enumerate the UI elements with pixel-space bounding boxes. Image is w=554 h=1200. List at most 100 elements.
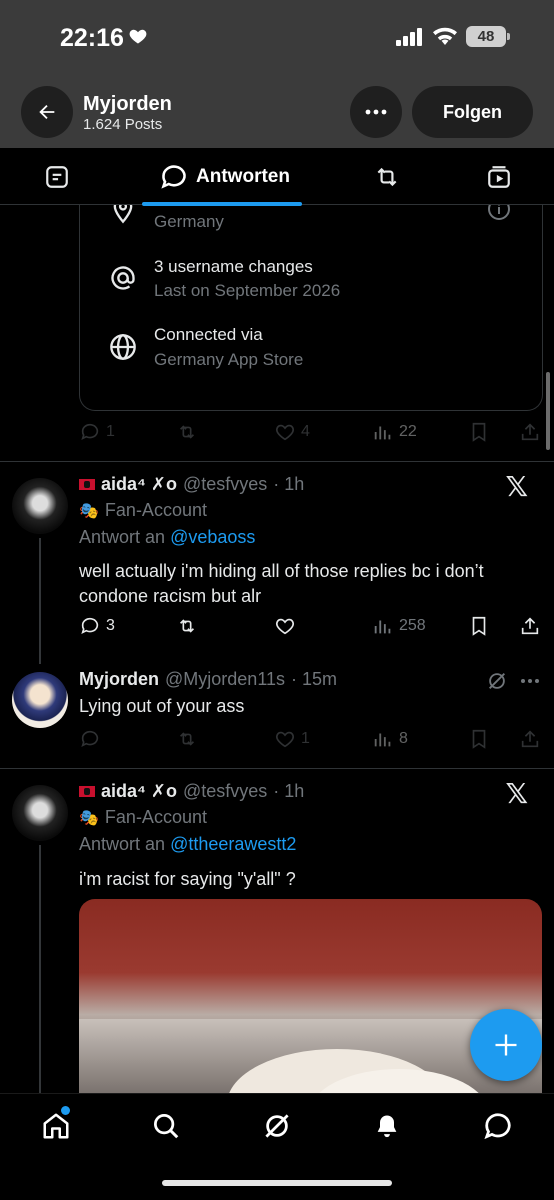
share-button[interactable] [519,421,541,443]
views-icon [374,426,391,440]
connected-via-value: Germany App Store [154,350,304,369]
search-icon [154,1114,179,1139]
nav-home[interactable] [36,1106,76,1146]
share-button[interactable] [519,728,541,750]
avatar[interactable] [12,478,68,534]
follow-button[interactable]: Folgen [412,86,533,138]
nav-messages[interactable] [478,1106,518,1146]
home-icon [43,1113,69,1139]
reply-icon [81,423,99,440]
share-icon [521,423,539,441]
more-button[interactable] [350,86,402,138]
like-button[interactable] [274,615,296,637]
like-button[interactable]: 4 [274,421,310,443]
tweet-text: Lying out of your ass [79,696,245,716]
avatar[interactable] [12,785,68,841]
tab-replies[interactable]: Antworten [150,148,300,205]
status-time: 22:16 [60,24,124,52]
views-button[interactable]: 22 [372,421,417,443]
wifi-icon [433,27,457,45]
share-button[interactable] [519,615,541,637]
thread-line [39,845,41,1093]
active-tab-indicator [142,202,302,206]
tweet-text: well actually i'm hiding all of those re… [79,561,484,606]
username-changes: 3 username changes [154,257,313,276]
back-button[interactable] [21,86,73,138]
bookmark-button[interactable] [468,615,490,637]
tab-reposts[interactable] [370,148,404,205]
profile-header: 22:16 48 Myjorden 1.624 Posts Folgen [0,0,554,148]
thread-line [39,538,41,664]
repost-icon [179,619,195,633]
bookmark-button[interactable] [468,421,490,443]
tweet-time: · 1h [273,781,305,801]
bookmark-icon [472,729,486,749]
bookmark-button[interactable] [468,728,490,750]
reply-button[interactable]: 1 [79,421,115,443]
bookmark-icon [472,616,486,636]
avatar[interactable] [12,672,68,728]
author-name[interactable]: aida⁴ ✗o [101,474,177,495]
reply-button[interactable] [79,728,101,750]
views-button[interactable]: 258 [372,615,426,637]
x-logo[interactable]: 𝕏 [505,777,528,810]
post-count: 1.624 Posts [83,116,163,133]
author-name[interactable]: Myjorden [79,669,159,690]
author-name[interactable]: aida⁴ ✗o [101,781,177,802]
like-button[interactable]: 1 [274,728,310,750]
nav-grok[interactable] [257,1106,297,1146]
globe-icon [110,334,136,360]
tweet-actions: 3 258 [79,615,543,641]
grok-icon[interactable] [486,670,508,692]
tweet-media-video[interactable] [79,899,542,1109]
messages-icon [484,1113,511,1140]
tab-replies-label: Antworten [196,165,290,187]
like-icon [276,618,294,635]
fan-account-badge: 🎭 Fan-Account [79,807,207,827]
reply-button[interactable]: 3 [79,615,115,637]
reply-mention[interactable]: @ttheerawestt2 [170,834,296,854]
repost-button[interactable] [176,421,198,443]
scrollbar[interactable] [546,372,550,450]
views-icon [374,620,391,634]
bookmark-icon [472,422,486,442]
author-handle[interactable]: @tesfvyes [183,474,267,495]
repost-button[interactable] [176,615,198,637]
divider [0,461,554,462]
reply-icon [81,730,99,747]
flag-icon [79,479,95,490]
x-logo[interactable]: 𝕏 [505,470,528,503]
more-icon[interactable] [520,678,540,684]
notification-dot [61,1106,70,1115]
views-icon [374,733,391,747]
compose-button[interactable] [470,1009,542,1081]
reply-mention[interactable]: @vebaoss [170,527,255,547]
views-button[interactable]: 8 [372,728,408,750]
reply-context: Antwort an @vebaoss [79,527,256,547]
reply-icon [81,617,99,634]
plus-icon [495,1034,517,1056]
author-handle[interactable]: @tesfvyes [183,781,267,802]
heart-icon [129,29,147,44]
flag-icon [79,786,95,797]
tab-posts[interactable] [40,148,74,205]
author-handle[interactable]: @Myjorden11s [165,669,285,690]
profile-tabs: Antworten [0,148,554,205]
mask-icon: 🎭 [79,809,99,827]
username-changes-date: Last on September 2026 [154,281,341,300]
tweet-time: · 1h [273,474,305,494]
grok-icon [265,1114,289,1138]
back-arrow-icon [39,104,55,120]
battery-indicator: 48 [466,26,510,47]
location-value: Germany [154,212,224,231]
repost-button[interactable] [176,728,198,750]
more-icon [365,109,387,115]
reply-context: Antwort an @ttheerawestt2 [79,834,297,854]
nav-search[interactable] [146,1106,186,1146]
at-icon [111,266,135,290]
status-indicators: 48 [396,26,510,47]
tweet-text: i'm racist for saying "y'all" ? [79,869,296,889]
tweet-header: aida⁴ ✗o @tesfvyes · 1h [79,474,304,495]
nav-notifications[interactable] [367,1106,407,1146]
tab-media[interactable] [482,148,516,205]
